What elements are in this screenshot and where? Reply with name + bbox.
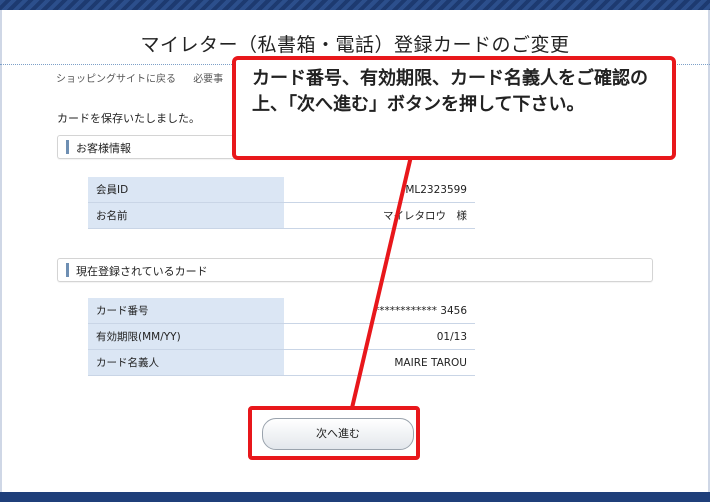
connector-line <box>350 151 414 409</box>
footer-bar <box>0 492 710 502</box>
instruction-callout: カード番号、有効期限、カード名義人をご確認の上、「次へ進む」ボタンを押して下さい… <box>232 56 676 160</box>
next-button[interactable]: 次へ進む <box>262 418 414 450</box>
instruction-text: カード番号、有効期限、カード名義人をご確認の上、「次へ進む」ボタンを押して下さい… <box>252 68 648 115</box>
